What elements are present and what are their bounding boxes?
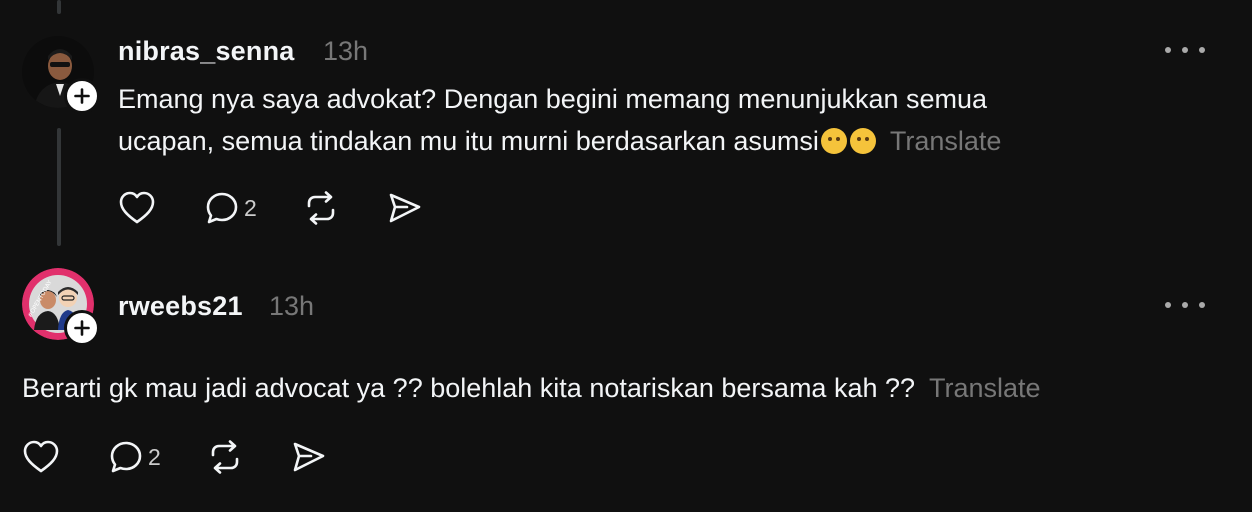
more-dot	[1182, 47, 1188, 53]
heart-icon	[23, 440, 59, 473]
like-button[interactable]	[118, 190, 156, 226]
avatar[interactable]	[22, 36, 100, 114]
comment-icon	[206, 192, 238, 224]
more-dot	[1199, 47, 1205, 53]
translate-link[interactable]: Translate	[890, 126, 1002, 156]
repost-icon	[307, 191, 335, 225]
reply-button[interactable]: 2	[108, 439, 161, 475]
thread-view: nibras_senna 13h Emang nya saya advokat?…	[0, 0, 1252, 512]
repost-button[interactable]	[207, 439, 243, 475]
share-button[interactable]	[387, 190, 423, 226]
post-text-line-1: Emang nya saya advokat? Dengan begini me…	[118, 84, 988, 114]
timestamp: 13h	[323, 36, 369, 66]
plus-icon	[74, 88, 90, 104]
follow-button[interactable]	[64, 310, 100, 346]
post-text-line-2: ucapan, semua tindakan mu itu murni berd…	[118, 120, 1198, 162]
more-button[interactable]	[1165, 295, 1205, 315]
reply-count: 2	[244, 194, 257, 221]
action-bar: 2	[22, 439, 327, 475]
send-icon	[389, 193, 421, 223]
post-text: Berarti gk mau jadi advocat ya ?? bolehl…	[22, 373, 916, 403]
more-button[interactable]	[1165, 40, 1205, 60]
post-body: Berarti gk mau jadi advocat ya ?? bolehl…	[22, 367, 1222, 409]
thread-connector	[57, 128, 61, 246]
post-body: Emang nya saya advokat? Dengan begini me…	[118, 78, 1198, 162]
action-bar: 2	[118, 190, 423, 226]
plus-icon	[74, 320, 90, 336]
more-dot	[1165, 302, 1171, 308]
username[interactable]: nibras_senna	[118, 36, 294, 67]
share-button[interactable]	[291, 439, 327, 475]
more-dot	[1199, 302, 1205, 308]
comment-icon	[110, 441, 142, 473]
shushing-face-icon	[849, 128, 876, 154]
follow-button[interactable]	[64, 78, 100, 114]
repost-button[interactable]	[303, 190, 339, 226]
timestamp: 13h	[269, 291, 315, 321]
heart-icon	[119, 191, 155, 224]
reply-button[interactable]: 2	[204, 190, 257, 226]
username[interactable]: rweebs21	[118, 291, 243, 322]
send-icon	[293, 442, 325, 472]
post-text-line-2-text: ucapan, semua tindakan mu itu murni berd…	[118, 126, 819, 156]
more-dot	[1165, 47, 1171, 53]
repost-icon	[211, 440, 239, 474]
rolling-on-floor-laughing-icon	[820, 128, 847, 154]
more-dot	[1182, 302, 1188, 308]
like-button[interactable]	[22, 439, 60, 475]
translate-link[interactable]: Translate	[929, 373, 1041, 403]
reply-count: 2	[148, 443, 161, 470]
avatar[interactable]: #OPENTODAY	[22, 268, 100, 346]
thread-connector-top	[57, 0, 61, 14]
